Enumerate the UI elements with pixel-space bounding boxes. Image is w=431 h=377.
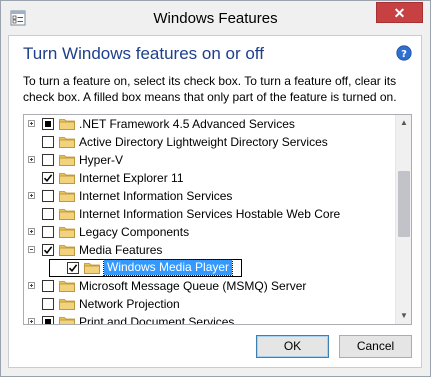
folder-icon <box>59 154 75 166</box>
scroll-up-arrow-icon[interactable]: ▲ <box>396 115 411 131</box>
collapse-minus-icon[interactable] <box>28 246 35 253</box>
feature-checkbox[interactable] <box>42 172 54 184</box>
ok-button[interactable]: OK <box>256 335 329 358</box>
folder-icon <box>59 226 75 238</box>
feature-row[interactable]: Microsoft Message Queue (MSMQ) Server <box>24 277 397 295</box>
folder-icon <box>59 208 75 220</box>
folder-icon <box>59 118 75 130</box>
feature-label[interactable]: Active Directory Lightweight Directory S… <box>79 135 328 149</box>
feature-row[interactable]: .NET Framework 4.5 Advanced Services <box>24 115 397 133</box>
window-title: Windows Features <box>153 10 278 27</box>
folder-icon <box>59 172 75 184</box>
expand-plus-icon[interactable] <box>28 318 35 324</box>
folder-icon <box>59 280 75 292</box>
feature-checkbox[interactable] <box>67 262 79 274</box>
feature-label[interactable]: Microsoft Message Queue (MSMQ) Server <box>79 279 306 293</box>
vertical-scrollbar[interactable]: ▲ ▼ <box>395 115 411 324</box>
cancel-button[interactable]: Cancel <box>339 335 412 358</box>
expand-plus-icon[interactable] <box>28 282 35 289</box>
expand-plus-icon[interactable] <box>28 120 35 127</box>
feature-label[interactable]: Internet Information Services Hostable W… <box>79 207 340 221</box>
feature-row[interactable]: Windows Media Player <box>24 259 397 277</box>
feature-row[interactable]: Active Directory Lightweight Directory S… <box>24 133 397 151</box>
feature-checkbox[interactable] <box>42 280 54 292</box>
close-button[interactable]: ✕ <box>376 2 423 23</box>
feature-checkbox[interactable] <box>42 136 54 148</box>
dialog-body: Turn Windows features on or off ? To tur… <box>8 35 422 368</box>
feature-checkbox[interactable] <box>42 190 54 202</box>
expand-plus-icon[interactable] <box>28 192 35 199</box>
expand-plus-icon[interactable] <box>28 228 35 235</box>
feature-row[interactable]: Network Projection <box>24 295 397 313</box>
feature-label[interactable]: Network Projection <box>79 297 180 311</box>
feature-checkbox[interactable] <box>42 118 54 130</box>
feature-label[interactable]: Print and Document Services <box>79 315 234 324</box>
feature-label[interactable]: Internet Information Services <box>79 189 232 203</box>
folder-icon <box>59 316 75 324</box>
feature-row[interactable]: Internet Information Services <box>24 187 397 205</box>
scroll-thumb[interactable] <box>398 171 410 237</box>
feature-label[interactable]: Internet Explorer 11 <box>79 171 184 185</box>
feature-row[interactable]: Internet Explorer 11 <box>24 169 397 187</box>
feature-label[interactable]: Legacy Components <box>79 225 189 239</box>
feature-label[interactable]: Hyper-V <box>79 153 123 167</box>
feature-row[interactable]: Internet Information Services Hostable W… <box>24 205 397 223</box>
feature-checkbox[interactable] <box>42 298 54 310</box>
feature-row[interactable]: Hyper-V <box>24 151 397 169</box>
windows-features-dialog: Windows Features ✕ Turn Windows features… <box>0 0 431 377</box>
folder-icon <box>59 298 75 310</box>
feature-label[interactable]: Windows Media Player <box>102 259 234 276</box>
title-bar[interactable]: Windows Features ✕ <box>1 1 430 35</box>
feature-checkbox[interactable] <box>42 316 54 324</box>
svg-text:?: ? <box>401 49 407 60</box>
help-icon[interactable]: ? <box>396 45 412 61</box>
feature-row[interactable]: Media Features <box>24 241 397 259</box>
instructions-text: To turn a feature on, select its check b… <box>23 74 397 104</box>
features-tree[interactable]: .NET Framework 4.5 Advanced Services Acti… <box>23 114 412 325</box>
feature-checkbox[interactable] <box>42 208 54 220</box>
features-list: .NET Framework 4.5 Advanced Services Acti… <box>24 115 397 324</box>
feature-label[interactable]: .NET Framework 4.5 Advanced Services <box>79 117 295 131</box>
feature-checkbox[interactable] <box>42 244 54 256</box>
folder-icon <box>59 136 75 148</box>
feature-row[interactable]: Print and Document Services <box>24 313 397 324</box>
page-title: Turn Windows features on or off <box>23 44 264 63</box>
feature-checkbox[interactable] <box>42 226 54 238</box>
folder-icon <box>84 262 100 274</box>
feature-label[interactable]: Media Features <box>79 243 162 257</box>
scroll-down-arrow-icon[interactable]: ▼ <box>396 308 411 324</box>
expand-plus-icon[interactable] <box>28 156 35 163</box>
folder-icon <box>59 190 75 202</box>
feature-checkbox[interactable] <box>42 154 54 166</box>
feature-row[interactable]: Legacy Components <box>24 223 397 241</box>
folder-icon <box>59 244 75 256</box>
